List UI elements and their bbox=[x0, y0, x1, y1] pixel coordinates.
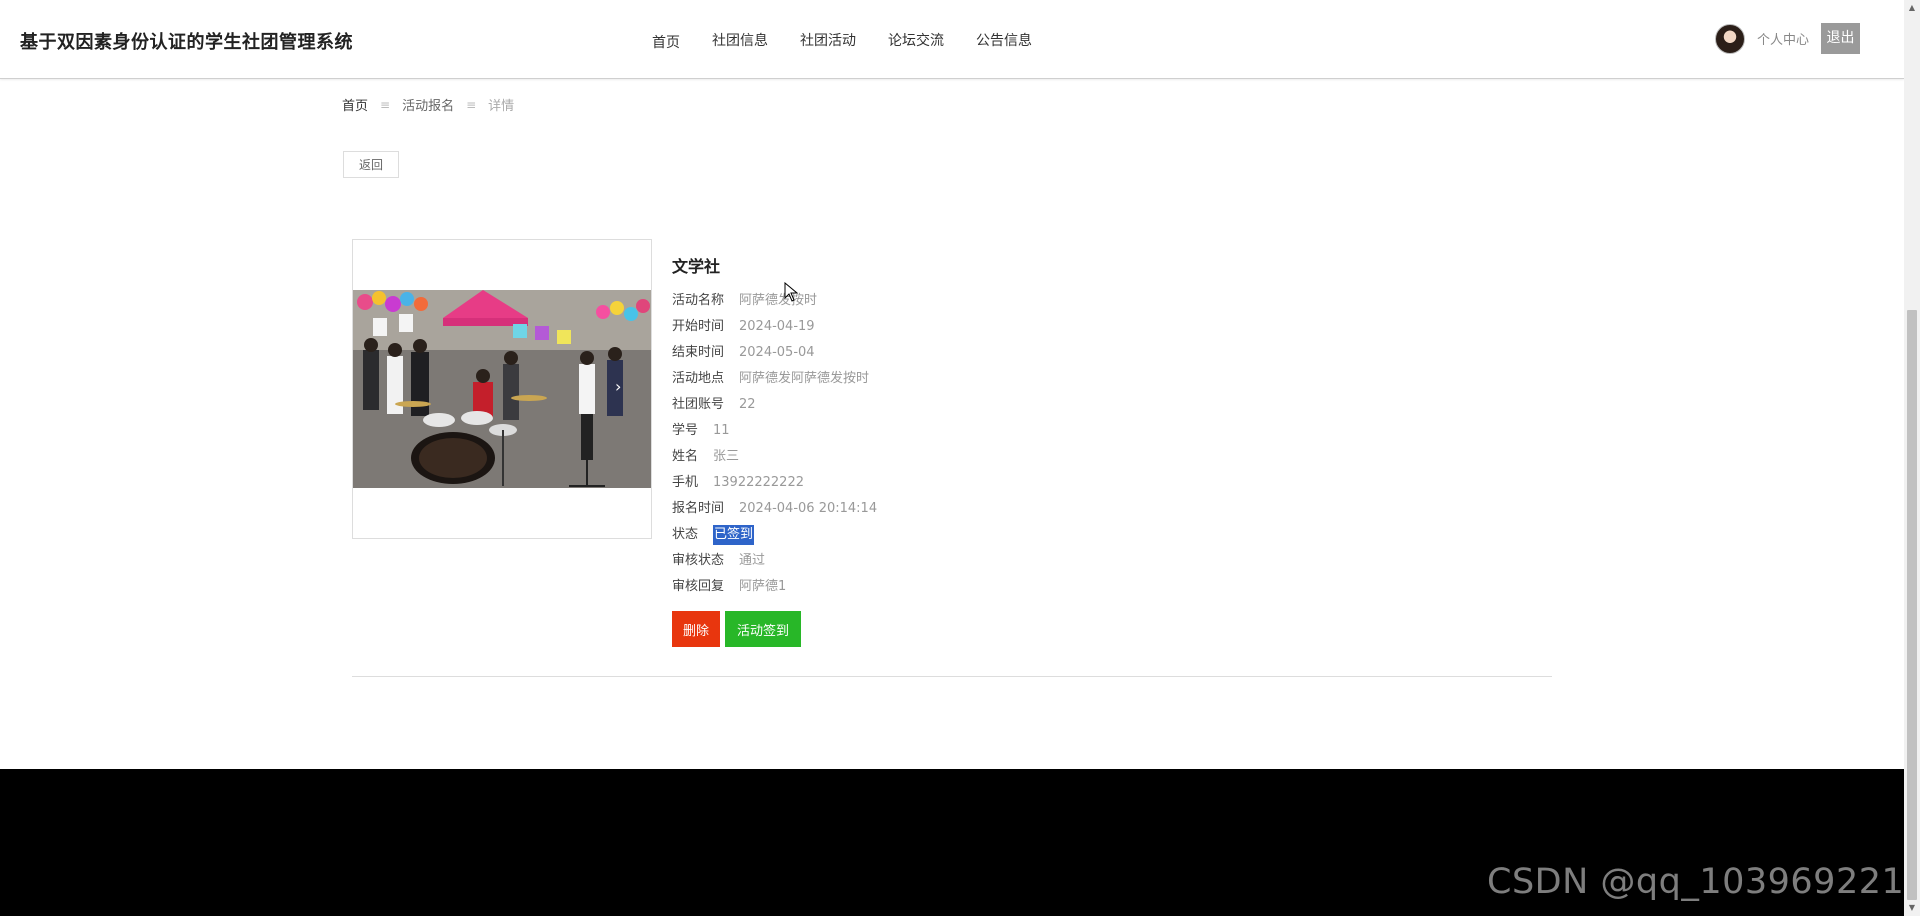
back-button[interactable]: 返回 bbox=[343, 151, 399, 178]
field-label: 审核状态 bbox=[672, 553, 725, 568]
detail-list: 活动名称 阿萨德发按时 开始时间 2024-04-19 结束时间 2024-05… bbox=[672, 291, 877, 603]
field-value: 2024-04-19 bbox=[739, 319, 815, 334]
detail-row-end-time: 结束时间 2024-05-04 bbox=[672, 343, 877, 369]
watermark: CSDN @qq_1039692211 bbox=[1487, 862, 1920, 902]
field-label: 姓名 bbox=[672, 449, 699, 464]
field-value: 2024-04-06 20:14:14 bbox=[739, 501, 878, 516]
field-value: 阿萨德发按时 bbox=[739, 293, 818, 308]
action-buttons: 删除 活动签到 bbox=[672, 611, 801, 647]
detail-row-status: 状态 已签到 bbox=[672, 525, 877, 551]
breadcrumb-home[interactable]: 首页 bbox=[342, 95, 368, 114]
scroll-thumb[interactable] bbox=[1907, 310, 1917, 900]
sign-in-button[interactable]: 活动签到 bbox=[725, 611, 801, 647]
detail-row-signup-time: 报名时间 2024-04-06 20:14:14 bbox=[672, 499, 877, 525]
status-value-selected: 已签到 bbox=[713, 525, 755, 545]
detail-row-review-reply: 审核回复 阿萨德1 bbox=[672, 577, 877, 603]
delete-button[interactable]: 删除 bbox=[672, 611, 720, 647]
activity-photo: › bbox=[353, 290, 651, 488]
field-label: 活动地点 bbox=[672, 371, 725, 386]
site-title: 基于双因素身份认证的学生社团管理系统 bbox=[20, 32, 353, 53]
user-center-link[interactable]: 个人中心 bbox=[1757, 29, 1809, 48]
activity-image-frame: › bbox=[352, 239, 652, 539]
breadcrumb: 首页 ≡ 活动报名 ≡ 详情 bbox=[342, 95, 515, 115]
field-value: 13922222222 bbox=[713, 475, 804, 490]
field-label: 手机 bbox=[672, 475, 699, 490]
mouse-cursor-icon bbox=[784, 282, 798, 302]
field-value: 阿萨德发阿萨德发按时 bbox=[739, 371, 870, 386]
user-area: 个人中心 退出 bbox=[1715, 23, 1861, 54]
field-value: 通过 bbox=[739, 553, 766, 568]
page-scrollbar[interactable]: ▲ ▼ bbox=[1904, 0, 1920, 916]
field-label: 审核回复 bbox=[672, 579, 725, 594]
field-label: 活动名称 bbox=[672, 293, 725, 308]
nav-home[interactable]: 首页 bbox=[652, 32, 680, 52]
detail-row-location: 活动地点 阿萨德发阿萨德发按时 bbox=[672, 369, 877, 395]
detail-row-phone: 手机 13922222222 bbox=[672, 473, 877, 499]
logout-button[interactable]: 退出 bbox=[1821, 23, 1861, 54]
field-label: 开始时间 bbox=[672, 319, 725, 334]
field-label: 学号 bbox=[672, 423, 699, 438]
detail-row-review-status: 审核状态 通过 bbox=[672, 551, 877, 577]
detail-row-club-account: 社团账号 22 bbox=[672, 395, 877, 421]
breadcrumb-detail: 详情 bbox=[488, 99, 515, 114]
field-label: 社团账号 bbox=[672, 397, 725, 412]
content-divider bbox=[352, 676, 1552, 677]
field-value: 11 bbox=[713, 423, 730, 438]
nav-announcements[interactable]: 公告信息 bbox=[976, 30, 1032, 52]
breadcrumb-signup[interactable]: 活动报名 bbox=[402, 95, 454, 114]
detail-row-name: 姓名 张三 bbox=[672, 447, 877, 473]
field-value: 2024-05-04 bbox=[739, 345, 815, 360]
top-header: 基于双因素身份认证的学生社团管理系统 首页 社团信息 社团活动 论坛交流 公告信… bbox=[0, 0, 1904, 79]
svg-text:›: › bbox=[615, 377, 621, 396]
club-name: 文学社 bbox=[672, 257, 721, 276]
nav-club-info[interactable]: 社团信息 bbox=[712, 30, 768, 52]
field-value: 张三 bbox=[713, 449, 740, 464]
detail-row-student-id: 学号 11 bbox=[672, 421, 877, 447]
breadcrumb-separator: ≡ bbox=[466, 97, 477, 112]
breadcrumb-separator: ≡ bbox=[380, 97, 391, 112]
activity-photo-illustration: › bbox=[353, 290, 651, 488]
detail-row-activity-name: 活动名称 阿萨德发按时 bbox=[672, 291, 877, 317]
field-label: 结束时间 bbox=[672, 345, 725, 360]
field-value: 阿萨德1 bbox=[739, 579, 787, 594]
nav-forum[interactable]: 论坛交流 bbox=[888, 30, 944, 52]
avatar[interactable] bbox=[1715, 23, 1745, 54]
field-label: 状态 bbox=[672, 527, 699, 542]
field-value: 22 bbox=[739, 397, 756, 412]
nav-club-activities[interactable]: 社团活动 bbox=[800, 30, 856, 52]
main-nav: 首页 社团信息 社团活动 论坛交流 公告信息 bbox=[652, 30, 1064, 52]
field-label: 报名时间 bbox=[672, 501, 725, 516]
scroll-down-arrow-icon[interactable]: ▼ bbox=[1904, 900, 1920, 916]
detail-row-start-time: 开始时间 2024-04-19 bbox=[672, 317, 877, 343]
scroll-up-arrow-icon[interactable]: ▲ bbox=[1904, 0, 1920, 16]
